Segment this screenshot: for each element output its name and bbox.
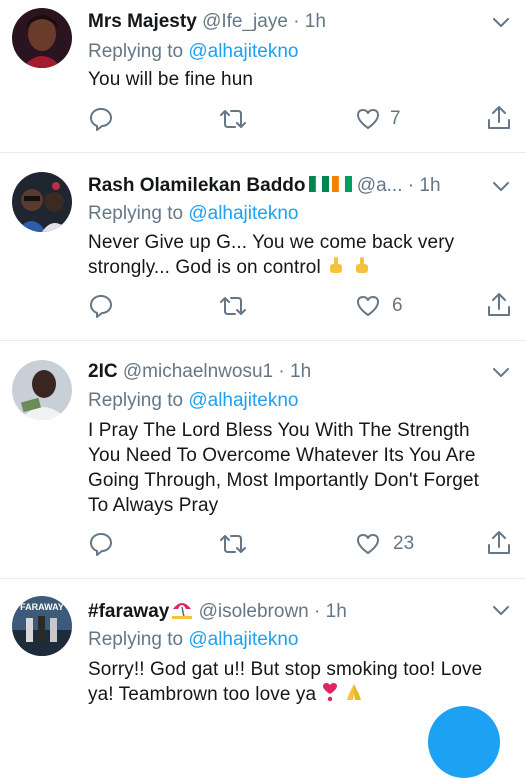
ivory-coast-flag-icon — [331, 175, 352, 193]
tweet-header: #faraway @isolebrown · 1h — [88, 599, 486, 625]
avatar[interactable] — [12, 360, 72, 420]
tweet-2ic[interactable]: 2IC @michaelnwosu1 · 1h Replying to @alh… — [0, 340, 526, 579]
timestamp[interactable]: · 1h — [278, 361, 311, 382]
compose-fab[interactable] — [428, 706, 500, 778]
tweet-mrs-majesty[interactable]: Mrs Majesty @Ife_jaye · 1h Replying to @… — [0, 0, 526, 153]
avatar[interactable] — [12, 172, 72, 232]
avatar-logo-text: FARAWAY — [20, 602, 64, 612]
avatar[interactable] — [12, 8, 72, 68]
tweet-text-line: You will be fine hun — [88, 69, 254, 90]
tweet-rash-olamilekan[interactable]: Rash Olamilekan Baddo @a... · 1h Replyin… — [0, 152, 526, 341]
timestamp[interactable]: · 1h — [408, 175, 441, 196]
user-handle[interactable]: @a... — [357, 175, 403, 196]
like-icon[interactable] — [355, 293, 381, 319]
share-icon[interactable] — [486, 529, 512, 555]
display-name[interactable]: Rash Olamilekan Baddo — [88, 175, 306, 196]
share-icon[interactable] — [486, 104, 512, 130]
avatar[interactable]: FARAWAY — [12, 596, 72, 656]
user-handle[interactable]: @michaelnwosu1 — [123, 361, 273, 382]
tweet-header: Rash Olamilekan Baddo @a... · 1h — [88, 175, 486, 197]
replying-to: Replying to @alhajitekno — [88, 390, 298, 412]
tweet-text-line: To Always Pray — [88, 495, 219, 516]
tweet-text-line: Going Through, Most Importantly Don't Fo… — [88, 470, 480, 491]
heart-exclamation-emoji — [322, 682, 338, 709]
tweet-text-line: ya! Teambrown too love ya — [88, 684, 317, 705]
like-count: 7 — [390, 108, 401, 129]
like-count: 23 — [393, 533, 415, 554]
tweet-text-line: Sorry!! God gat u!! But stop smoking too… — [88, 659, 483, 680]
mention-link[interactable]: @alhajitekno — [188, 41, 298, 62]
chevron-down-icon[interactable] — [490, 362, 512, 384]
display-name[interactable]: Mrs Majesty — [88, 11, 197, 32]
mention-link[interactable]: @alhajitekno — [188, 629, 298, 650]
replying-prefix: Replying to — [88, 390, 184, 411]
tweet-faraway[interactable]: FARAWAY #faraway @isolebrown · 1h Replyi… — [0, 578, 526, 720]
tweet-header: 2IC @michaelnwosu1 · 1h — [88, 361, 486, 383]
nigeria-flag-icon — [308, 175, 329, 193]
tweet-text-line: I Pray The Lord Bless You With The Stren… — [88, 420, 470, 441]
retweet-icon[interactable] — [218, 106, 248, 132]
tweet-text-line: Never Give up G... You we come back very — [88, 232, 455, 253]
tweet-text-line: You Need To Overcome Whatever Its You Ar… — [88, 445, 476, 466]
replying-prefix: Replying to — [88, 41, 184, 62]
retweet-icon[interactable] — [218, 531, 248, 557]
chevron-down-icon[interactable] — [490, 176, 512, 198]
beach-umbrella-emoji — [171, 599, 193, 625]
pointing-up-emoji — [326, 255, 346, 282]
replying-to: Replying to @alhajitekno — [88, 629, 298, 651]
tweet-text: I Pray The Lord Bless You With The Stren… — [88, 418, 508, 518]
reply-icon[interactable] — [88, 531, 114, 557]
timestamp[interactable]: · 1h — [314, 601, 347, 622]
replying-to: Replying to @alhajitekno — [88, 41, 298, 63]
tweet-text-line-with-emoji: ya! Teambrown too love ya — [88, 682, 522, 709]
mention-link[interactable]: @alhajitekno — [188, 203, 298, 224]
like-count: 6 — [392, 295, 403, 316]
tweet-text-line-with-emoji: strongly... God is on control — [88, 255, 508, 282]
chevron-down-icon[interactable] — [490, 600, 512, 622]
user-handle[interactable]: @Ife_jaye — [202, 11, 288, 32]
replying-prefix: Replying to — [88, 203, 184, 224]
replying-prefix: Replying to — [88, 629, 184, 650]
display-name[interactable]: #faraway — [88, 601, 169, 622]
user-handle[interactable]: @isolebrown — [199, 601, 309, 622]
timestamp[interactable]: · 1h — [293, 11, 326, 32]
tweet-text: You will be fine hun — [88, 67, 508, 92]
like-icon[interactable] — [355, 106, 381, 132]
like-icon[interactable] — [355, 531, 381, 557]
retweet-icon[interactable] — [218, 293, 248, 319]
chevron-down-icon[interactable] — [490, 12, 512, 34]
tweet-header: Mrs Majesty @Ife_jaye · 1h — [88, 11, 486, 33]
display-name[interactable]: 2IC — [88, 361, 118, 382]
pointing-up-emoji — [352, 255, 372, 282]
folded-hands-emoji — [343, 682, 365, 709]
tweet-text: Sorry!! God gat u!! But stop smoking too… — [88, 657, 522, 709]
reply-icon[interactable] — [88, 106, 114, 132]
replying-to: Replying to @alhajitekno — [88, 203, 298, 225]
tweet-text-line: strongly... God is on control — [88, 257, 321, 278]
mention-link[interactable]: @alhajitekno — [188, 390, 298, 411]
tweet-text: Never Give up G... You we come back very… — [88, 230, 508, 282]
reply-icon[interactable] — [88, 293, 114, 319]
share-icon[interactable] — [486, 291, 512, 317]
